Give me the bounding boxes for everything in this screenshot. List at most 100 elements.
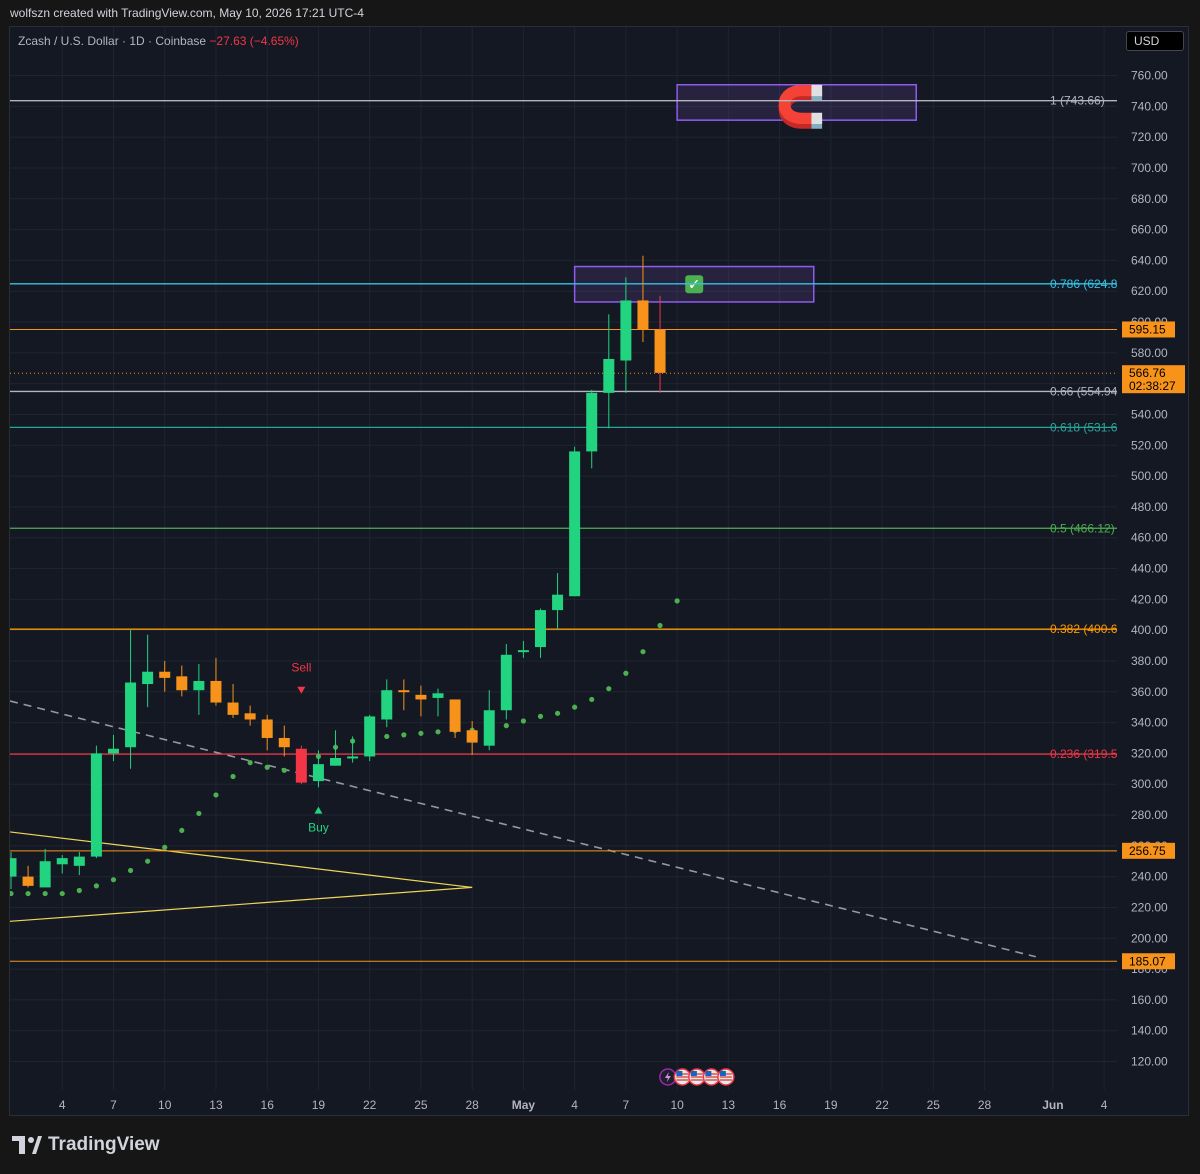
time-axis-tick: 4 bbox=[59, 1098, 66, 1112]
sar-dot bbox=[179, 827, 185, 834]
candle bbox=[364, 714, 376, 762]
candle bbox=[449, 699, 461, 738]
flag-canton bbox=[676, 1071, 683, 1076]
price-axis-tick: 520.00 bbox=[1131, 438, 1168, 452]
time-axis-tick: 19 bbox=[312, 1098, 326, 1112]
price-change: −27.63 (−4.65%) bbox=[209, 34, 299, 48]
candle bbox=[654, 295, 666, 393]
price-axis-tick: 220.00 bbox=[1131, 900, 1168, 914]
sar-dot bbox=[503, 723, 509, 729]
sar-dot bbox=[162, 844, 168, 850]
sar-dot bbox=[110, 877, 117, 883]
sar-dot bbox=[589, 696, 595, 703]
fib-level-label: 0.382 (400.6 bbox=[1050, 622, 1118, 636]
sar-dot bbox=[196, 810, 202, 817]
time-axis-tick: 10 bbox=[670, 1098, 684, 1112]
candle-body bbox=[39, 861, 51, 888]
sar-dot bbox=[606, 686, 612, 692]
sar-dot bbox=[230, 773, 236, 780]
candle-body bbox=[500, 654, 512, 711]
candle bbox=[193, 664, 205, 715]
currency-button[interactable]: USD bbox=[1126, 31, 1184, 51]
sar-dot bbox=[76, 887, 82, 894]
sar-dot bbox=[537, 713, 544, 720]
candle-body bbox=[569, 451, 581, 597]
candle bbox=[142, 634, 154, 708]
sell-arrow-icon bbox=[297, 686, 306, 694]
price-chart[interactable]: 🧲✓1 (743.66) 0.786 (624.8 0.66 (554.94 0.61… bbox=[0, 0, 1200, 1174]
price-axis-tick: 540.00 bbox=[1131, 407, 1168, 421]
symbol-legend[interactable]: Zcash / U.S. Dollar · 1D · Coinbase −27.… bbox=[18, 34, 299, 48]
sar-dot bbox=[93, 883, 99, 889]
time-axis-tick: 19 bbox=[824, 1098, 838, 1112]
candle-body bbox=[347, 756, 359, 759]
candle-body bbox=[10, 858, 17, 877]
candle-body bbox=[210, 680, 222, 703]
sar-dot bbox=[520, 718, 527, 724]
candle bbox=[483, 690, 495, 751]
candle bbox=[398, 679, 410, 711]
price-axis-tick: 240.00 bbox=[1131, 870, 1168, 884]
candle-body bbox=[73, 856, 85, 866]
candle-body bbox=[654, 329, 666, 373]
price-axis-tick: 320.00 bbox=[1131, 746, 1168, 760]
candle-body bbox=[637, 300, 649, 330]
plot-area: 🧲✓ bbox=[10, 27, 1117, 1090]
candle bbox=[603, 314, 615, 429]
price-axis-tick: 640.00 bbox=[1131, 253, 1168, 267]
candle-body bbox=[90, 753, 102, 857]
logo-text: TradingView bbox=[48, 1134, 160, 1155]
symbol-title: Zcash / U.S. Dollar · 1D · Coinbase bbox=[18, 34, 207, 48]
candle bbox=[22, 865, 34, 888]
candle bbox=[107, 734, 119, 762]
time-axis-tick: May bbox=[512, 1098, 536, 1112]
price-axis-tick: 360.00 bbox=[1131, 685, 1168, 699]
candle bbox=[210, 657, 222, 706]
time-axis-tick: 4 bbox=[1101, 1098, 1108, 1112]
buy-arrow-icon bbox=[314, 806, 323, 814]
fib-level-label: 1 (743.66) bbox=[1050, 94, 1105, 108]
candle-body bbox=[534, 610, 546, 648]
candle bbox=[227, 684, 239, 718]
candle-body bbox=[381, 690, 393, 720]
price-axis-tick: 720.00 bbox=[1131, 130, 1168, 144]
candle-body bbox=[483, 710, 495, 746]
candle-body bbox=[432, 693, 444, 698]
candle bbox=[312, 750, 324, 788]
price-badge-label: 595.15 bbox=[1129, 322, 1166, 336]
price-axis-tick: 700.00 bbox=[1131, 161, 1168, 175]
sar-dot bbox=[623, 670, 629, 676]
candle-body bbox=[295, 748, 307, 783]
time-axis-tick: 16 bbox=[261, 1098, 275, 1112]
price-axis-tick: 280.00 bbox=[1131, 808, 1168, 822]
price-badge-label: 256.75 bbox=[1129, 844, 1166, 858]
fib-level-label: 0.618 (531.6 bbox=[1050, 420, 1118, 434]
sar-dot bbox=[384, 733, 390, 740]
flag-canton bbox=[719, 1071, 726, 1076]
candle bbox=[381, 679, 393, 728]
candle-body bbox=[330, 757, 342, 766]
sar-dot bbox=[59, 890, 65, 897]
candle-body bbox=[22, 876, 34, 886]
candle bbox=[517, 640, 529, 658]
price-axis-tick: 340.00 bbox=[1131, 716, 1168, 730]
price-axis-tick: 300.00 bbox=[1131, 777, 1168, 791]
price-axis-tick: 740.00 bbox=[1131, 99, 1168, 113]
candle-body bbox=[449, 699, 461, 732]
candle-body bbox=[227, 702, 239, 715]
fib-level-label: 0.66 (554.94 bbox=[1050, 384, 1118, 398]
sar-dot bbox=[42, 890, 48, 897]
buy-signal-label: Buy bbox=[308, 821, 329, 835]
candle-body bbox=[56, 858, 68, 865]
price-axis-tick: 620.00 bbox=[1131, 284, 1168, 298]
price-axis-tick: 120.00 bbox=[1131, 1055, 1168, 1069]
time-axis-tick: 22 bbox=[363, 1098, 377, 1112]
tradingview-mark-icon bbox=[12, 1136, 42, 1154]
candle bbox=[500, 643, 512, 720]
sar-dot bbox=[281, 767, 287, 773]
candle bbox=[330, 730, 342, 766]
sar-dot bbox=[264, 764, 270, 770]
flag-canton bbox=[690, 1071, 697, 1076]
time-axis-tick: 22 bbox=[875, 1098, 889, 1112]
last-price-label: 566.76 bbox=[1129, 366, 1166, 380]
